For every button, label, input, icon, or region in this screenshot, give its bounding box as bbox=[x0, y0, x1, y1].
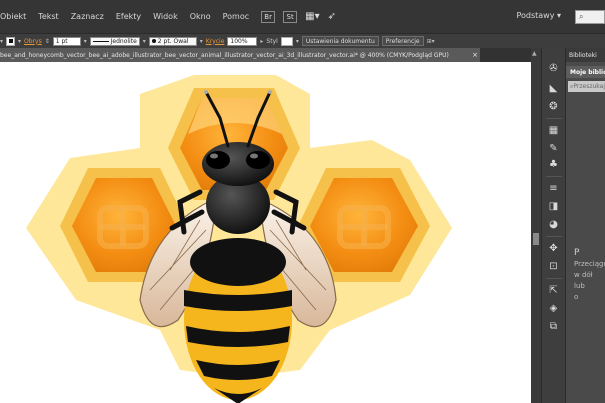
transform-icon[interactable]: ✥ bbox=[547, 242, 560, 255]
libraries-search-placeholder: Przeszukaj bbox=[573, 83, 605, 90]
stroke-swatch[interactable] bbox=[6, 36, 16, 46]
brush-caret[interactable]: ▾ bbox=[200, 38, 203, 45]
chevron-down-icon: ▾ bbox=[556, 11, 561, 20]
tab-bar-gap bbox=[480, 48, 531, 62]
stroke-caret[interactable]: ▾ bbox=[18, 38, 21, 45]
brush-definition[interactable]: 2 pt. Owal bbox=[148, 36, 197, 46]
arrange-icon[interactable]: ▦▾ bbox=[305, 11, 319, 22]
document-title: bee_and_honeycomb_vector_bee_ai_adobe_il… bbox=[0, 51, 449, 59]
dock-separator bbox=[546, 176, 562, 177]
bee-head bbox=[202, 142, 274, 186]
scroll-up-icon[interactable]: ▲ bbox=[532, 50, 537, 57]
opacity-field[interactable]: 100% bbox=[227, 36, 258, 46]
empty-state-heading: P bbox=[574, 248, 580, 258]
stroke-swatch-inner bbox=[8, 39, 13, 43]
graphic-style-swatch[interactable] bbox=[280, 36, 293, 46]
empty-state-line: w dół bbox=[574, 271, 593, 279]
libraries-empty-state: P Przeciągnij w dół lub o bbox=[574, 248, 605, 303]
dock-separator bbox=[546, 278, 562, 279]
layers-icon[interactable]: ◈ bbox=[547, 302, 560, 315]
style-caret[interactable]: ▾ bbox=[296, 38, 299, 45]
empty-state-line: lub bbox=[574, 282, 585, 290]
menu-type[interactable]: Tekst bbox=[32, 12, 64, 21]
bridge-button[interactable]: Br bbox=[261, 10, 276, 23]
control-bar: ▾ ▾ Obrys ⇕ 1 pt ▾ Jednolite ▾ 2 pt. Owa… bbox=[0, 34, 605, 48]
swatches-icon[interactable]: ▦ bbox=[547, 124, 560, 137]
menu-window[interactable]: Okno bbox=[184, 12, 217, 21]
arrange-documents-icon[interactable]: ⊞▾ bbox=[427, 38, 435, 45]
variable-width-profile[interactable]: Jednolite bbox=[89, 36, 140, 46]
preferences-button[interactable]: Preferencje bbox=[381, 36, 424, 46]
bee-abdomen bbox=[184, 238, 292, 403]
style-label: Styl bbox=[266, 37, 278, 45]
gradient-icon[interactable]: ◣ bbox=[547, 82, 560, 95]
appearance-icon[interactable]: ✇ bbox=[547, 62, 560, 75]
artboards-icon[interactable]: ⧉ bbox=[547, 320, 560, 333]
symbols-icon[interactable]: ♣ bbox=[547, 158, 560, 171]
menu-effect[interactable]: Efekty bbox=[110, 12, 147, 21]
opacity-caret[interactable]: ▸ bbox=[260, 38, 263, 45]
brushes-icon[interactable]: ✎ bbox=[547, 142, 560, 155]
illustrator-window: Obiekt Tekst Zaznacz Efekty Widok Okno P… bbox=[0, 0, 605, 403]
workspace-label: Podstawy bbox=[516, 11, 555, 20]
transparency-icon[interactable]: ◨ bbox=[547, 200, 560, 213]
bee-honeycomb-artwork bbox=[26, 75, 452, 403]
my-libraries-dropdown[interactable]: Moje biblioteki bbox=[566, 66, 605, 78]
brush-label: 2 pt. Owal bbox=[157, 37, 189, 45]
export-icon[interactable]: ⇱ bbox=[547, 284, 560, 297]
vertical-scrollbar[interactable]: ▲ bbox=[531, 48, 541, 403]
menu-view[interactable]: Widok bbox=[147, 12, 184, 21]
dock-separator bbox=[546, 118, 562, 119]
menu-file[interactable]: Obiekt bbox=[0, 12, 32, 21]
stroke-panel-link[interactable]: Obrys bbox=[24, 38, 42, 45]
scroll-thumb[interactable] bbox=[533, 233, 539, 245]
workspace-switcher[interactable]: Podstawy ▾ bbox=[516, 11, 561, 20]
brush-dot-icon bbox=[151, 39, 156, 43]
color-guide-icon[interactable]: ❂ bbox=[547, 100, 560, 113]
menu-toolbar: Br St ▦▾ ➶ bbox=[261, 10, 336, 23]
empty-state-line: o bbox=[574, 293, 579, 301]
artboard-canvas[interactable] bbox=[0, 62, 531, 403]
document-setup-button[interactable]: Ustawienia dokumentu bbox=[301, 36, 379, 46]
dock-separator bbox=[546, 236, 562, 237]
profile-label: Jednolite bbox=[110, 37, 137, 45]
rocket-icon[interactable]: ➶ bbox=[328, 11, 336, 22]
opacity-link[interactable]: Krycie bbox=[206, 38, 225, 45]
fill-caret[interactable]: ▾ bbox=[0, 38, 3, 45]
profile-line bbox=[92, 40, 109, 42]
libraries-search-input[interactable]: ⌕ Przeszukaj bbox=[568, 81, 605, 92]
stroke-weight-field[interactable]: 1 pt bbox=[52, 36, 81, 46]
libraries-panel-header[interactable]: Biblioteki bbox=[566, 48, 605, 62]
color-icon[interactable]: ◕ bbox=[547, 218, 560, 231]
stroke-weight-stepper[interactable]: ⇕ bbox=[45, 38, 50, 45]
empty-state-line: Przeciągnij bbox=[574, 260, 605, 268]
stock-button[interactable]: St bbox=[283, 10, 298, 23]
libraries-panel: Biblioteki Moje biblioteki ⌕ Przeszukaj … bbox=[565, 48, 605, 403]
profile-caret[interactable]: ▾ bbox=[143, 38, 146, 45]
document-tab[interactable]: bee_and_honeycomb_vector_bee_ai_adobe_il… bbox=[0, 48, 480, 62]
menu-help[interactable]: Pomoc bbox=[217, 12, 256, 21]
menu-select[interactable]: Zaznacz bbox=[65, 12, 110, 21]
menu-bar: Obiekt Tekst Zaznacz Efekty Widok Okno P… bbox=[0, 0, 605, 34]
close-icon[interactable]: × bbox=[470, 51, 480, 59]
stroke-icon[interactable]: ≡ bbox=[547, 182, 560, 195]
search-field[interactable]: ⌕ bbox=[575, 10, 605, 24]
align-icon[interactable]: ⊡ bbox=[547, 260, 560, 273]
search-icon: ⌕ bbox=[579, 12, 584, 21]
stroke-weight-caret[interactable]: ▾ bbox=[84, 38, 87, 45]
panel-dock: ✇ ◣ ❂ ▦ ✎ ♣ ≡ ◨ ◕ ✥ ⊡ ⇱ ◈ ⧉ bbox=[541, 48, 565, 403]
